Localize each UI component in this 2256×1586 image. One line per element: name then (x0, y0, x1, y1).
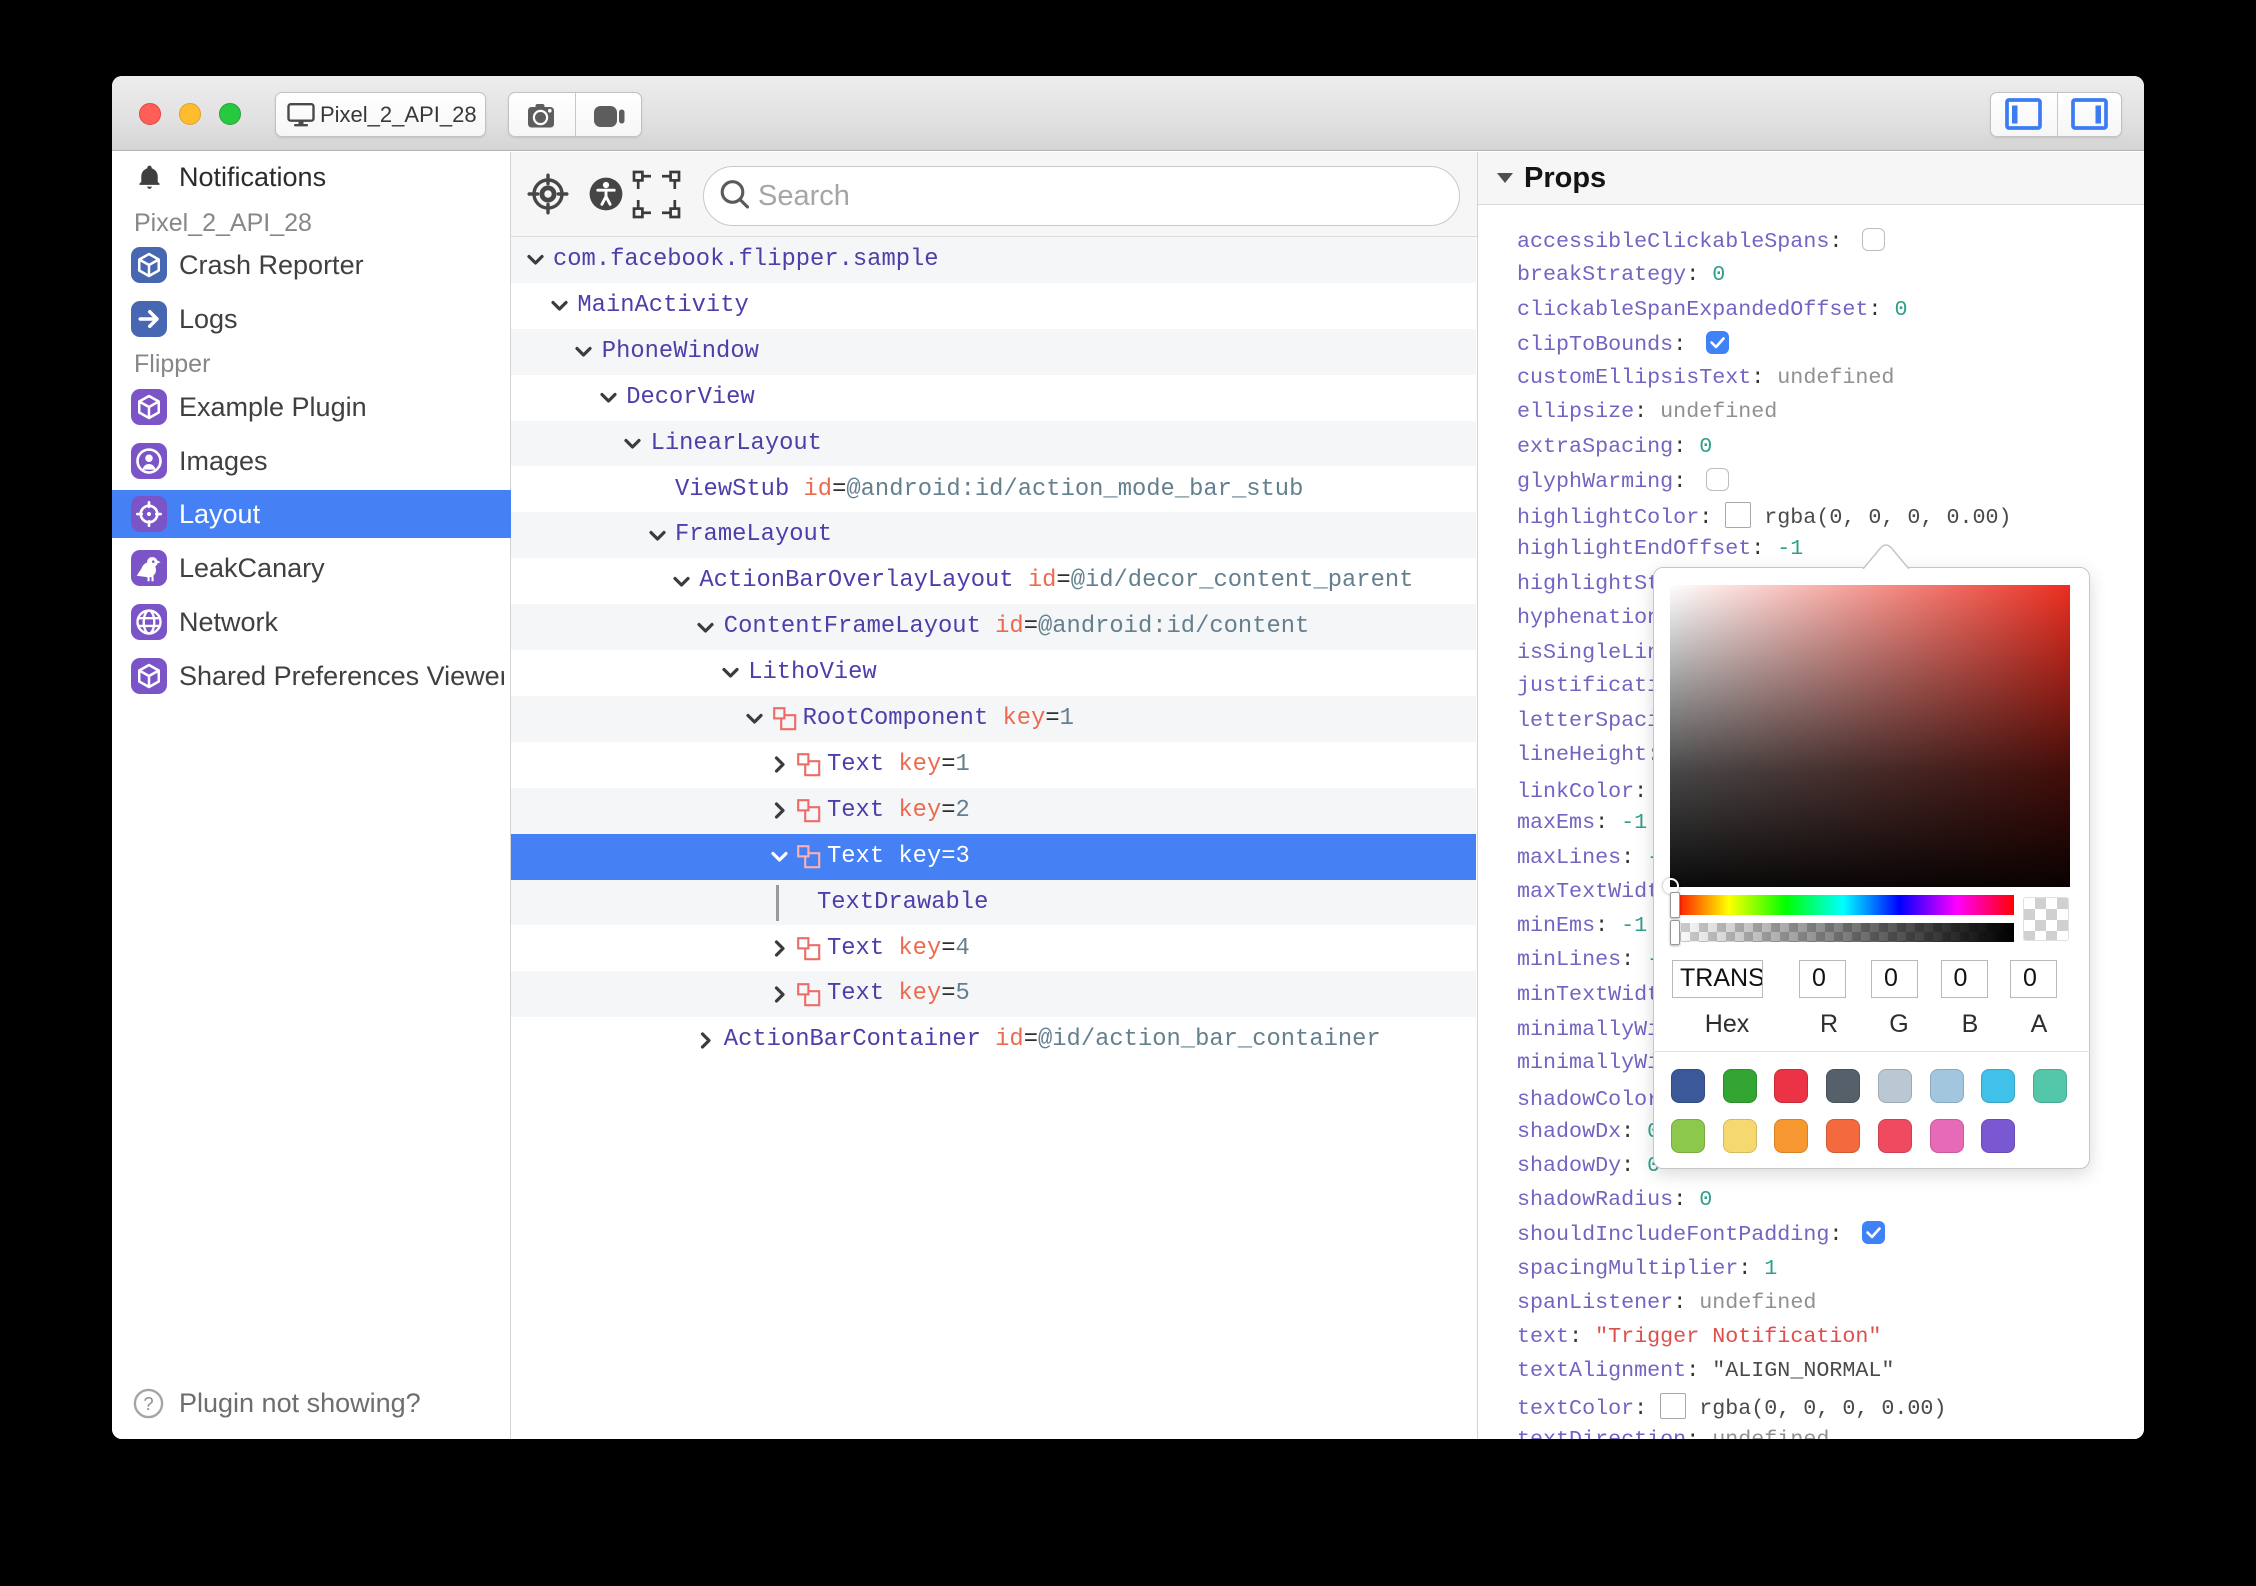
svg-text:?: ? (143, 1393, 153, 1414)
